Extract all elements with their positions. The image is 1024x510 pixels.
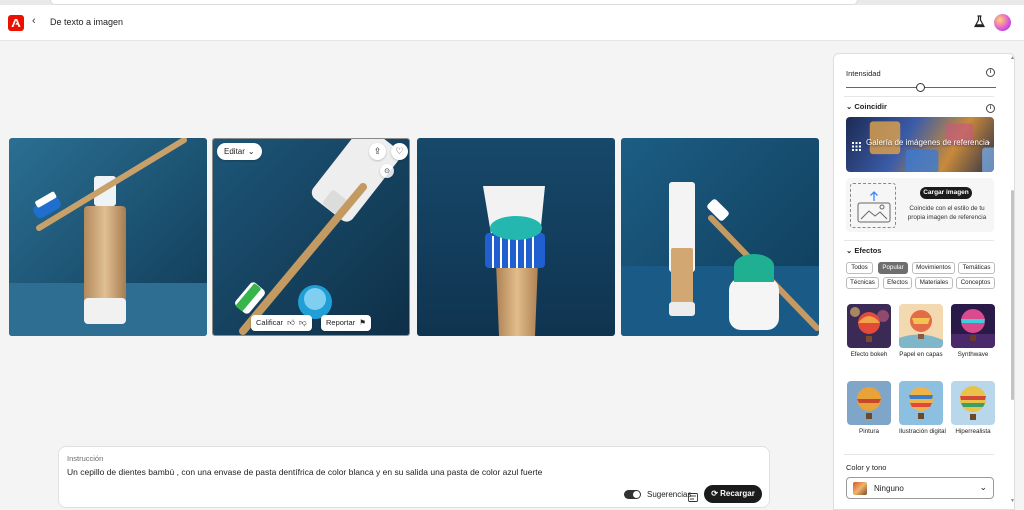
adobe-logo-icon[interactable]	[8, 15, 24, 31]
efectos-label: Efectos	[854, 246, 882, 255]
upload-dropzone[interactable]	[850, 183, 896, 228]
calificar-pill: Calificar 👍︎ 👎︎	[251, 315, 312, 331]
intensidad-label: Intensidad	[846, 69, 881, 78]
effect-label: Ilustración digital	[899, 428, 946, 435]
effect-thumbnail	[847, 304, 891, 348]
effect-thumbnail	[951, 381, 995, 425]
effect-label: Synthwave	[957, 351, 989, 358]
chevron-down-icon: ⌄	[247, 147, 255, 156]
prompt-label: Instrucción	[67, 454, 104, 463]
color-tono-value: Ninguno	[874, 484, 904, 493]
settings-panel: Intensidad i ⌄ Coincidir i Galería de im…	[833, 53, 1015, 510]
effect-ilustracion-digital[interactable]: Ilustración digital	[899, 381, 946, 435]
thumbs-down-icon[interactable]: 👎︎	[299, 315, 307, 331]
panel-scrollbar[interactable]	[1011, 190, 1014, 400]
avatar[interactable]	[994, 14, 1011, 31]
upload-description: Coincide con el estilo de tu propia imag…	[907, 205, 987, 221]
result-image-4[interactable]	[621, 138, 819, 336]
chip-movimientos[interactable]: Movimientos	[912, 262, 955, 274]
effect-thumbnail	[899, 304, 943, 348]
scroll-down-icon[interactable]: ▼	[1010, 498, 1015, 504]
calificar-label: Calificar	[256, 318, 284, 327]
chip-materiales[interactable]: Materiales	[915, 277, 953, 289]
share-icon[interactable]: ⇪	[369, 143, 386, 160]
color-swatch-icon	[853, 482, 867, 495]
page-title: De texto a imagen	[50, 17, 124, 27]
effect-label: Pintura	[859, 428, 879, 435]
info-icon[interactable]: i	[986, 68, 995, 77]
chip-efectos[interactable]: Efectos	[883, 277, 912, 289]
suggestions-label: Sugerencias	[647, 490, 692, 499]
effect-label: Papel en capas	[899, 351, 943, 358]
effect-thumbnail	[951, 304, 995, 348]
result-image-2[interactable]: Editar ⌄ ⇪ ♡ ⊙ Calificar 👍︎ 👎︎ Reportar ⚑	[212, 138, 410, 336]
reload-icon: ⟳	[711, 489, 721, 498]
top-bar: ‹ De texto a imagen	[0, 5, 1024, 41]
effect-bokeh[interactable]: Efecto bokeh	[847, 304, 891, 358]
thumbs-up-icon[interactable]: 👍︎	[287, 315, 295, 331]
similar-search-icon[interactable]: ⊙	[380, 164, 394, 178]
effect-hiperrealista[interactable]: Hiperrealista	[951, 381, 995, 435]
effect-pintura[interactable]: Pintura	[847, 381, 891, 435]
divider	[844, 454, 994, 455]
prompt-box: Instrucción Un cepillo de dientes bambú …	[58, 446, 770, 508]
effect-label: Efecto bokeh	[850, 351, 888, 358]
editar-label: Editar	[224, 147, 245, 156]
effect-synthwave[interactable]: Synthwave	[951, 304, 995, 358]
effect-label: Hiperrealista	[955, 428, 991, 435]
color-tono-label: Color y tono	[846, 463, 887, 472]
efectos-header[interactable]: ⌄ Efectos	[846, 246, 881, 255]
divider	[844, 240, 994, 241]
effect-papel-en-capas[interactable]: Papel en capas	[899, 304, 943, 358]
flask-icon[interactable]	[973, 15, 986, 33]
suggestions-toggle[interactable]	[624, 490, 641, 499]
coincidir-label: Coincidir	[854, 102, 887, 111]
reference-gallery-label: Galería de imágenes de referencia	[866, 138, 990, 147]
effect-thumbnail	[847, 381, 891, 425]
chevron-down-icon: ⌄	[979, 482, 987, 492]
scroll-up-icon[interactable]: ▲	[1010, 55, 1015, 61]
result-image-1[interactable]	[9, 138, 207, 336]
chip-popular[interactable]: Popular	[878, 262, 908, 274]
result-image-3[interactable]	[417, 138, 615, 336]
prompt-input[interactable]: Un cepillo de dientes bambú , con una en…	[67, 467, 542, 477]
chip-tecnicas[interactable]: Técnicas	[846, 277, 879, 289]
chip-tematicas[interactable]: Temáticas	[958, 262, 995, 274]
grid-icon	[852, 138, 861, 156]
color-tono-select[interactable]: Ninguno ⌄	[846, 477, 994, 499]
divider	[844, 96, 994, 97]
reportar-pill[interactable]: Reportar ⚑	[321, 315, 371, 331]
chip-conceptos[interactable]: Conceptos	[956, 277, 995, 289]
coincidir-header[interactable]: ⌄ Coincidir	[846, 102, 887, 111]
reportar-label: Reportar	[326, 318, 356, 327]
reference-gallery-button[interactable]: Galería de imágenes de referencia ›	[846, 117, 994, 172]
heart-icon[interactable]: ♡	[391, 143, 408, 160]
back-chevron-icon[interactable]: ‹	[32, 15, 36, 27]
reload-label: Recargar	[720, 489, 755, 498]
intensidad-slider-thumb[interactable]	[916, 83, 925, 92]
editar-dropdown[interactable]: Editar ⌄	[217, 143, 262, 160]
reload-button[interactable]: ⟳ Recargar	[704, 485, 762, 503]
chevron-right-icon: ›	[987, 137, 990, 147]
chip-todos[interactable]: Todos	[846, 262, 873, 274]
upload-image-button[interactable]: Cargar imagen	[920, 187, 972, 199]
suggestions-settings-icon[interactable]	[688, 489, 698, 507]
effect-thumbnail	[899, 381, 943, 425]
info-icon[interactable]: i	[986, 104, 995, 113]
flag-icon: ⚑	[359, 318, 366, 327]
